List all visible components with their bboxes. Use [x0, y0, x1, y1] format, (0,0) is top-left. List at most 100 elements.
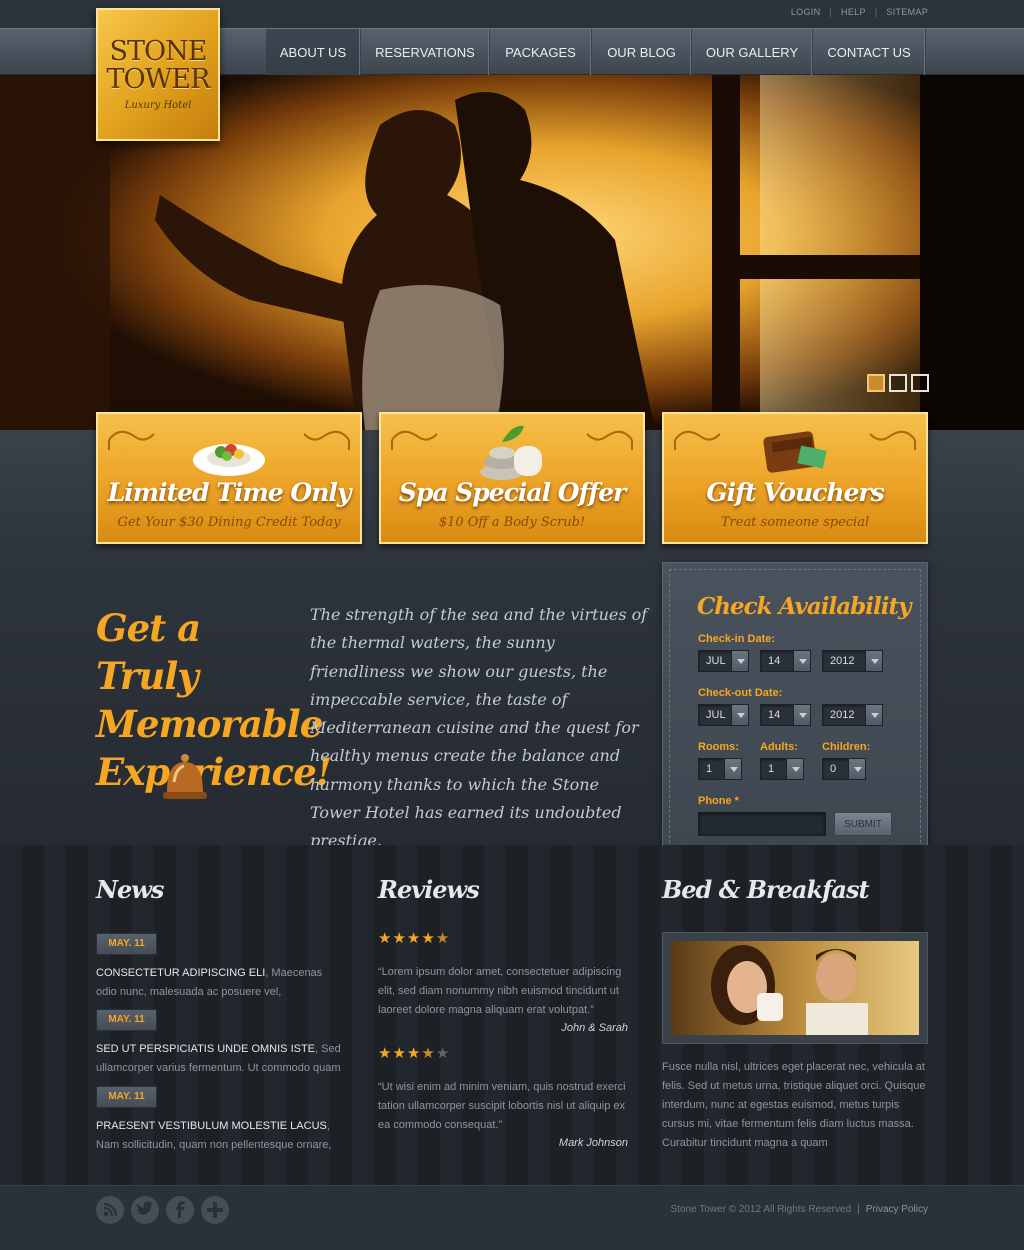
promo-limited-time[interactable]: Limited Time Only Get Your $30 Dining Cr…	[96, 412, 362, 544]
chevron-down-icon	[865, 651, 882, 671]
star-icon: ★	[406, 930, 422, 947]
checkout-year-select[interactable]: 2012	[822, 704, 883, 726]
children-select[interactable]: 0	[822, 758, 866, 780]
adults-select[interactable]: 1	[760, 758, 804, 780]
google-plus-icon[interactable]	[201, 1196, 229, 1224]
logo-line-1: STONE	[109, 36, 208, 67]
logo-tagline: Luxury Hotel	[124, 100, 192, 111]
rss-icon[interactable]	[96, 1196, 124, 1224]
sitemap-link[interactable]: SITEMAP	[886, 7, 928, 17]
star-icon: ★	[406, 1045, 422, 1062]
news-title: News	[96, 875, 164, 904]
promo-title: Spa Special Offer	[398, 478, 626, 507]
promo-title: Limited Time Only	[107, 478, 352, 507]
news-item[interactable]: CONSECTETUR ADIPISCING ELI, Maecenas odi…	[96, 964, 341, 1002]
news-heading[interactable]: CONSECTETUR ADIPISCING ELI	[96, 967, 265, 979]
login-link[interactable]: LOGIN	[791, 7, 821, 17]
bnb-photo-frame[interactable]	[662, 932, 928, 1044]
news-date-badge: MAY. 11	[96, 1009, 157, 1031]
site-logo[interactable]: STONE TOWER Luxury Hotel	[96, 8, 220, 141]
adults-label: Adults:	[760, 741, 798, 753]
dining-plate-icon	[193, 444, 265, 476]
reviews-title: Reviews	[378, 875, 480, 904]
news-item[interactable]: SED UT PERSPICIATIS UNDE OMNIS ISTE, Sed…	[96, 1040, 341, 1078]
chevron-down-icon	[793, 651, 810, 671]
star-icon: ★	[392, 1045, 407, 1062]
phone-input[interactable]	[698, 812, 826, 836]
nav-reservations[interactable]: RESERVATIONS	[361, 29, 490, 75]
rooms-select[interactable]: 1	[698, 758, 742, 780]
promo-spa-offer[interactable]: Spa Special Offer $10 Off a Body Scrub!	[379, 412, 645, 544]
bnb-text: Fusce nulla nisl, ultrices eget placerat…	[662, 1061, 926, 1149]
checkin-year-select[interactable]: 2012	[822, 650, 883, 672]
chevron-down-icon	[724, 759, 741, 779]
chevron-down-icon	[786, 759, 803, 779]
rooms-label: Rooms:	[698, 741, 739, 753]
star-icon: ★	[378, 1045, 393, 1062]
review-quote: “Lorem ipsum dolor amet, consectetuer ad…	[378, 966, 622, 1016]
review-author: Mark Johnson	[558, 1137, 628, 1149]
twitter-icon[interactable]	[131, 1196, 159, 1224]
news-heading[interactable]: SED UT PERSPICIATIS UNDE OMNIS ISTE	[96, 1043, 315, 1055]
chevron-down-icon	[848, 759, 865, 779]
slider-dot-3[interactable]	[911, 374, 929, 392]
news-date-badge: MAY. 11	[96, 933, 157, 955]
news-date-badge: MAY. 11	[96, 1086, 157, 1108]
star-rating: ★★★★★	[378, 1044, 450, 1062]
checkin-month-select[interactable]: JUL	[698, 650, 749, 672]
news-heading[interactable]: PRAESENT VESTIBULUM MOLESTIE LACUS	[96, 1120, 327, 1132]
half-star-icon: ★	[421, 1045, 436, 1062]
half-star-icon: ★	[435, 930, 451, 947]
star-icon: ★	[421, 930, 436, 947]
chevron-down-icon	[731, 705, 748, 725]
star-rating: ★★★★★	[378, 929, 450, 947]
slider-dots	[867, 374, 929, 392]
checkout-month-select[interactable]: JUL	[698, 704, 749, 726]
review-quote: “Ut wisi enim ad minim veniam, quis nost…	[378, 1081, 626, 1131]
checkout-label: Check-out Date:	[698, 687, 783, 699]
star-icon: ★	[378, 930, 393, 947]
wallet-icon	[763, 431, 827, 473]
promo-subtitle: Treat someone special	[720, 515, 870, 530]
privacy-policy-link[interactable]: Privacy Policy	[866, 1204, 928, 1215]
promo-title: Gift Vouchers	[706, 478, 884, 507]
logo-line-2: TOWER	[106, 64, 211, 95]
copyright-text: Stone Tower © 2012 All Rights Reserved	[670, 1204, 852, 1215]
bnb-title: Bed & Breakfast	[662, 875, 870, 904]
slider-dot-1[interactable]	[867, 374, 885, 392]
chevron-down-icon	[865, 705, 882, 725]
copyright: Stone Tower © 2012 All Rights Reserved | P…	[670, 1204, 928, 1215]
slider-dot-2[interactable]	[889, 374, 907, 392]
promo-subtitle: $10 Off a Body Scrub!	[438, 515, 586, 530]
news-item[interactable]: PRAESENT VESTIBULUM MOLESTIE LACUS, Nam …	[96, 1117, 341, 1155]
nav-our-blog[interactable]: OUR BLOG	[592, 29, 692, 75]
headline-line-2: Memorable	[96, 702, 323, 746]
headline-line-1: Get a Truly	[96, 606, 201, 698]
checkin-day-select[interactable]: 14	[760, 650, 811, 672]
nav-packages[interactable]: PACKAGES	[490, 29, 592, 75]
social-links	[96, 1196, 229, 1224]
checkin-label: Check-in Date:	[698, 633, 776, 645]
chevron-down-icon	[731, 651, 748, 671]
promo-subtitle: Get Your $30 Dining Credit Today	[117, 515, 341, 530]
utility-links: LOGIN | HELP | SITEMAP	[790, 7, 928, 17]
main-nav: ABOUT US RESERVATIONS PACKAGES OUR BLOG …	[266, 29, 926, 75]
star-icon: ★	[392, 930, 407, 947]
nav-contact-us[interactable]: CONTACT US	[813, 29, 926, 75]
nav-our-gallery[interactable]: OUR GALLERY	[692, 29, 813, 75]
footer: Stone Tower © 2012 All Rights Reserved | P…	[0, 1185, 1024, 1250]
availability-title: Check Availability	[697, 593, 911, 620]
spa-stones-icon	[480, 425, 542, 480]
help-link[interactable]: HELP	[841, 7, 866, 17]
promo-gift-vouchers[interactable]: Gift Vouchers Treat someone special	[662, 412, 928, 544]
checkout-day-select[interactable]: 14	[760, 704, 811, 726]
review-author: John & Sarah	[561, 1022, 628, 1034]
submit-button[interactable]: SUBMIT	[834, 812, 892, 836]
intro-text: The strength of the sea and the virtues …	[310, 605, 648, 851]
facebook-icon[interactable]	[166, 1196, 194, 1224]
service-bell-icon	[163, 754, 207, 799]
empty-star-icon: ★	[435, 1045, 451, 1062]
check-availability-form: Check Availability Check-in Date: JUL 14…	[662, 562, 928, 855]
nav-about-us[interactable]: ABOUT US	[266, 29, 361, 75]
children-label: Children:	[822, 741, 871, 753]
